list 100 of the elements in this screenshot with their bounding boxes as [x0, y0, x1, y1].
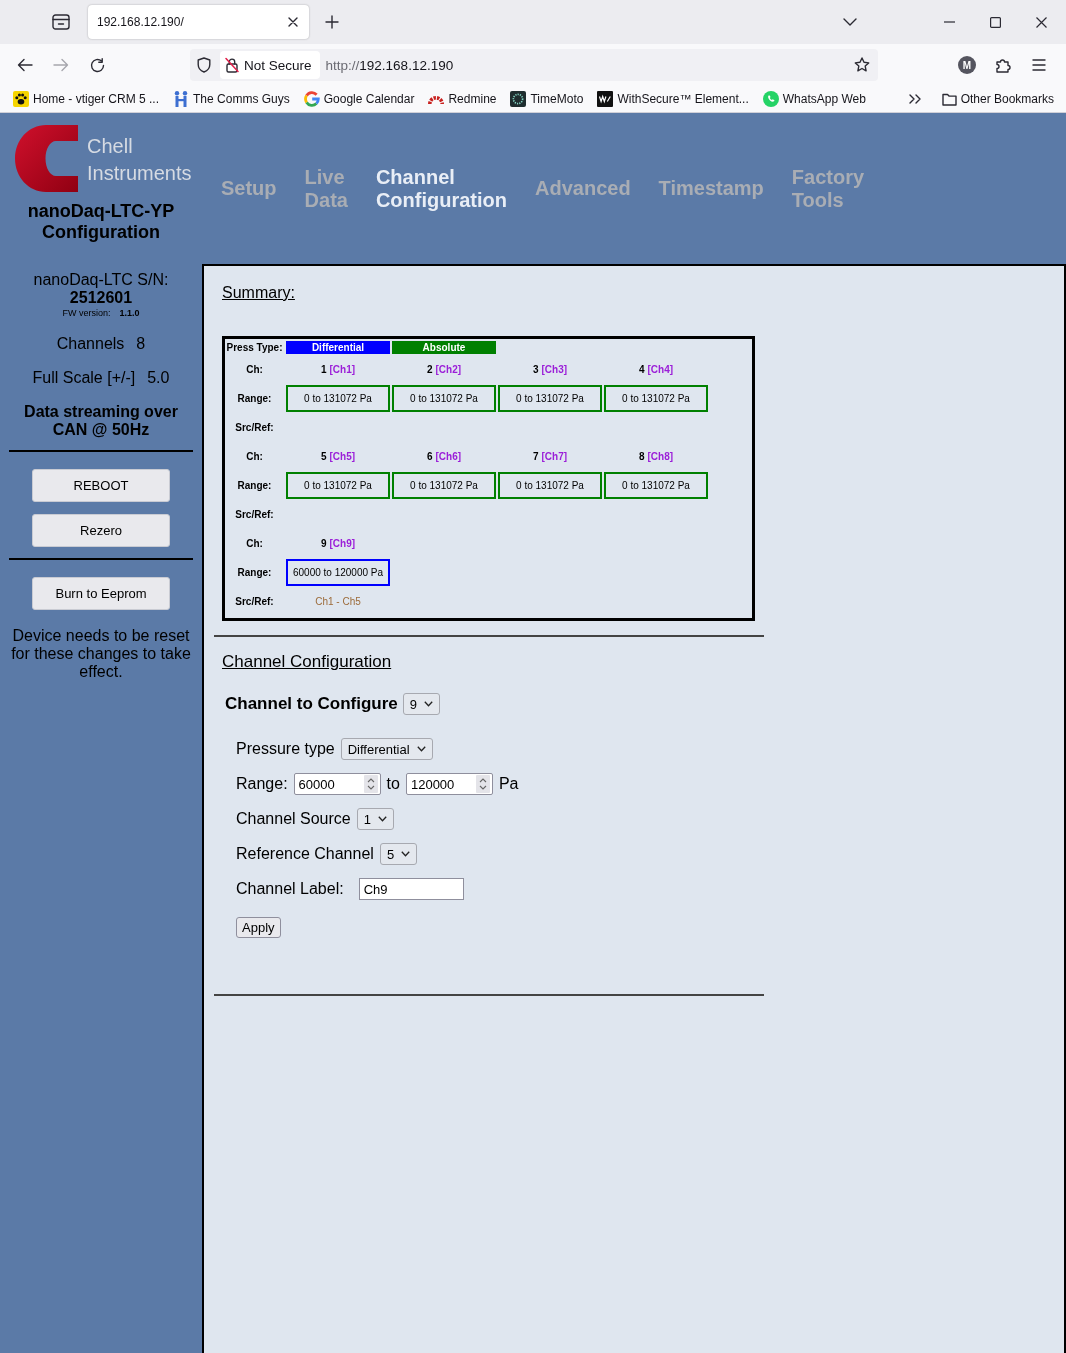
field-label: Channel Source	[236, 810, 351, 828]
menu-icon[interactable]	[1032, 59, 1046, 71]
row-label: Range:	[236, 480, 273, 491]
close-icon[interactable]	[288, 17, 298, 27]
logo-icon	[15, 125, 78, 192]
chevron-down-icon	[424, 701, 434, 707]
row-label: Src/Ref:	[234, 509, 275, 520]
shield-icon[interactable]	[197, 57, 211, 73]
row-label: Src/Ref:	[234, 422, 275, 433]
channel-tag: [Ch2]	[435, 364, 462, 375]
plus-icon[interactable]	[325, 15, 339, 29]
dotted-ring-icon	[510, 91, 527, 107]
serial-number: 2512601	[69, 289, 133, 307]
unit-label: Pa	[498, 775, 519, 793]
channel-tag: [Ch4]	[647, 364, 674, 375]
section-heading: Channel Configuration	[222, 652, 392, 672]
chevron-down-icon	[416, 746, 426, 752]
channel-range: 0 to 131072 Pa	[286, 385, 390, 412]
close-icon[interactable]	[1035, 16, 1047, 28]
bookmark[interactable]: Redmine	[428, 92, 497, 106]
number-field[interactable]: 60000	[293, 773, 381, 795]
bookmark[interactable]: Google Calendar	[303, 91, 415, 107]
chat-bubble-icon	[762, 91, 779, 107]
maximize-icon[interactable]	[989, 16, 1001, 28]
nav-tab[interactable]: Channel Configuration	[375, 165, 507, 212]
channel-range: 0 to 131072 Pa	[498, 472, 602, 499]
action-button[interactable]: REBOOT	[32, 469, 170, 502]
row-label: Press Type:	[225, 342, 284, 353]
channel-range: 0 to 131072 Pa	[604, 472, 708, 499]
channel-number: 6	[426, 451, 433, 462]
tray-icon[interactable]	[52, 14, 70, 30]
channel-range: 0 to 131072 Pa	[604, 385, 708, 412]
press-type-legend: Absolute	[392, 341, 496, 354]
address-bar[interactable]: Not Secure http://192.168.12.190	[190, 49, 878, 81]
action-button[interactable]: Burn to Eeprom	[32, 577, 170, 610]
bookmark[interactable]: TimeMoto	[510, 91, 584, 107]
arc-icon	[428, 94, 445, 104]
channel-number: 7	[532, 451, 539, 462]
channel-tag: [Ch8]	[647, 451, 674, 462]
streaming-status: Data streaming over CAN @ 50Hz	[23, 403, 179, 439]
spinner-icon[interactable]	[363, 775, 378, 793]
channel-number: 2	[426, 364, 433, 375]
bookmark-folder[interactable]: Other Bookmarks	[941, 92, 1054, 106]
double-chevron-icon[interactable]	[908, 94, 921, 104]
field-label: Channel to Configure	[225, 694, 398, 714]
row-label: Ch:	[245, 451, 264, 462]
dropdown[interactable]: Differential	[340, 738, 433, 760]
brand-name: Chell Instruments	[87, 134, 192, 186]
range-joiner: to	[386, 775, 400, 793]
star-icon[interactable]	[854, 57, 870, 73]
bookmark[interactable]: Home - vtiger CRM 5 ...	[13, 91, 160, 107]
chevron-down-icon[interactable]	[843, 18, 857, 26]
back-arrow-icon[interactable]	[17, 58, 33, 72]
tile-icon	[597, 91, 614, 107]
channel-number: 3	[532, 364, 539, 375]
firmware-label: FW version:	[62, 307, 111, 319]
dropdown[interactable]: 1	[356, 808, 394, 830]
security-indicator[interactable]: Not Secure	[220, 51, 320, 79]
field-label: Pressure type	[236, 740, 335, 758]
channel-tag: [Ch3]	[541, 364, 568, 375]
minimize-icon[interactable]	[943, 21, 955, 23]
row-label: Src/Ref:	[234, 596, 275, 607]
channel-number: 1	[320, 364, 327, 375]
bookmark[interactable]: WhatsApp Web	[762, 91, 866, 107]
number-field[interactable]: 120000	[405, 773, 493, 795]
serial-label: nanoDaq-LTC S/N:	[33, 271, 169, 289]
channel-dropdown[interactable]: 9	[402, 693, 441, 715]
channel-range: 60000 to 120000 Pa	[286, 559, 390, 586]
row-label: Ch:	[245, 364, 264, 375]
spinner-icon[interactable]	[475, 775, 490, 793]
channel-number: 9	[320, 538, 327, 549]
channel-tag: [Ch6]	[435, 451, 462, 462]
channel-number: 5	[320, 451, 327, 462]
channel-range: 0 to 131072 Pa	[392, 472, 496, 499]
browser-tab[interactable]: 192.168.12.190/	[88, 5, 309, 39]
device-title: nanoDaq-LTC-YP Configuration	[26, 201, 176, 243]
stat-value: 5.0	[147, 369, 170, 387]
stat-label: Channels	[56, 335, 125, 353]
reset-note: Device needs to be reset for these changes to take effect.	[10, 627, 192, 681]
channel-tag: [Ch5]	[329, 451, 356, 462]
url-text[interactable]: http://192.168.12.190	[325, 57, 454, 73]
action-button[interactable]: Rezero	[32, 514, 170, 547]
apply-button[interactable]: Apply	[236, 917, 281, 938]
channel-range: 0 to 131072 Pa	[392, 385, 496, 412]
reload-icon[interactable]	[89, 57, 105, 73]
press-type-legend: Differential	[286, 341, 390, 354]
stat-label: Full Scale [+/-]	[32, 369, 136, 387]
figures-icon	[173, 91, 190, 107]
profile-avatar[interactable]: M	[958, 56, 976, 74]
field-label: Range:	[236, 775, 288, 793]
chevron-down-icon	[378, 816, 387, 822]
bookmark[interactable]: The Comms Guys	[173, 91, 290, 107]
bookmark[interactable]: WithSecure™ Element...	[597, 91, 749, 107]
paw-icon	[13, 91, 29, 107]
text-field[interactable]: Ch9	[358, 878, 464, 900]
row-label: Range:	[236, 393, 273, 404]
puzzle-icon[interactable]	[995, 57, 1011, 73]
chevron-down-icon	[401, 851, 411, 857]
field-label: Channel Label:	[236, 880, 344, 898]
dropdown[interactable]: 5	[379, 843, 418, 865]
